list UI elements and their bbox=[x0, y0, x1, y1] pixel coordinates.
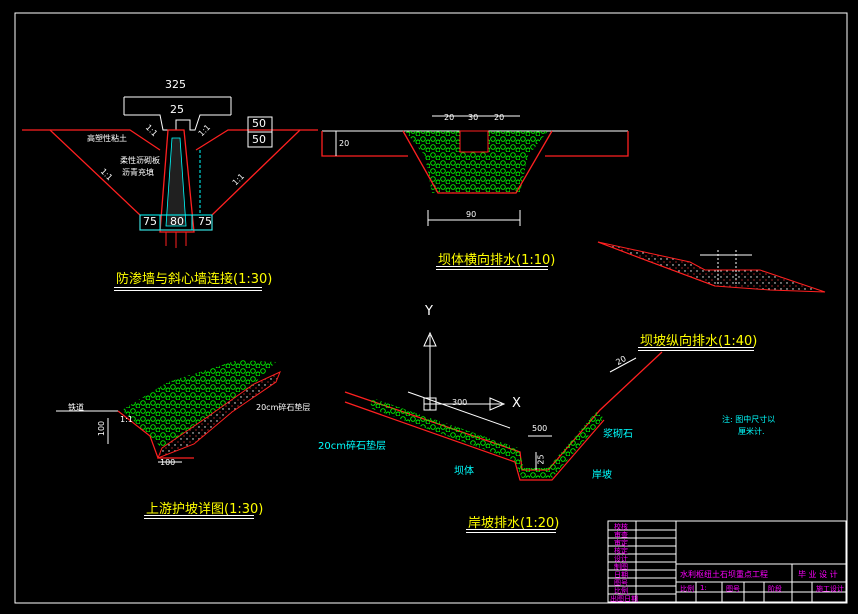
axis-y-label: Y bbox=[425, 304, 433, 319]
title-underline bbox=[144, 515, 254, 516]
mortar-stone-label: 浆砌石 bbox=[603, 429, 633, 440]
title-underline bbox=[436, 266, 548, 267]
note-line-2: 厘米计. bbox=[738, 427, 765, 436]
bank-slope-drainage-detail bbox=[344, 331, 663, 481]
dim-25: 25 bbox=[170, 103, 184, 116]
gravel-20cm-label-b: 20cm碎石垫层 bbox=[318, 441, 386, 452]
dam-body-label: 坝体 bbox=[454, 466, 474, 477]
tb-bottom-2: 图号 bbox=[726, 585, 740, 593]
tb-bottom-1: 1: bbox=[700, 584, 707, 592]
dim-100-vertical: 100 bbox=[97, 420, 107, 437]
title-underline bbox=[466, 532, 556, 533]
tb-label: 出图日期 bbox=[610, 595, 638, 603]
axis-x-label: X bbox=[512, 396, 521, 411]
dim-20-a: 20 bbox=[444, 113, 455, 122]
title-underline bbox=[114, 287, 262, 288]
slope-1-1-e: 1:1 bbox=[120, 415, 133, 424]
bank-slope-label: 岸坡 bbox=[592, 470, 612, 481]
impervious-wall-title: 防渗墙与斜心墙连接(1:30) bbox=[116, 272, 273, 287]
upstream-slope-detail bbox=[56, 358, 281, 463]
dim-90: 90 bbox=[466, 210, 477, 219]
dim-80: 80 bbox=[170, 215, 184, 228]
dim-500: 500 bbox=[532, 424, 548, 433]
title-underline bbox=[466, 529, 556, 530]
gravel-20cm-label-a: 20cm碎石垫层 bbox=[256, 403, 311, 412]
title-underline bbox=[638, 350, 754, 351]
dim-75-right: 75 bbox=[198, 215, 212, 228]
title-underline bbox=[436, 269, 548, 270]
dim-75-left: 75 bbox=[143, 215, 157, 228]
dim-300: 300 bbox=[452, 398, 468, 407]
dim-20-c: 20 bbox=[339, 139, 350, 148]
longitudinal-drainage-detail bbox=[597, 241, 826, 293]
dim-25-bank: 25 bbox=[536, 454, 546, 465]
title-underline bbox=[638, 347, 754, 348]
tb-project-name: 水利枢纽土石坝重点工程 bbox=[680, 570, 768, 579]
flat-label: 铁道 bbox=[68, 403, 84, 412]
dim-50-bottom: 50 bbox=[252, 133, 266, 146]
dim-50-top: 50 bbox=[252, 117, 266, 130]
dim-30: 30 bbox=[468, 113, 479, 122]
tb-bottom-4: 施工设计 bbox=[816, 585, 844, 593]
dim-100-horizontal: 100 bbox=[160, 458, 176, 467]
note-line-1: 注: 图中尺寸以 bbox=[722, 415, 776, 424]
tb-thesis: 毕 业 设 计 bbox=[798, 570, 838, 579]
asphalt-fill-label: 沥青充填 bbox=[122, 168, 154, 177]
dim-20-b: 20 bbox=[494, 113, 505, 122]
flexible-asphalt-label: 柔性沥砌板 bbox=[120, 156, 160, 165]
title-underline bbox=[144, 518, 254, 519]
tb-bottom-3: 阶段 bbox=[768, 585, 782, 593]
dim-325: 325 bbox=[165, 78, 186, 91]
high-plastic-clay-label: 高塑性粘土 bbox=[87, 134, 127, 143]
tb-bottom-0: 比例 bbox=[680, 585, 694, 593]
title-underline bbox=[114, 290, 262, 291]
